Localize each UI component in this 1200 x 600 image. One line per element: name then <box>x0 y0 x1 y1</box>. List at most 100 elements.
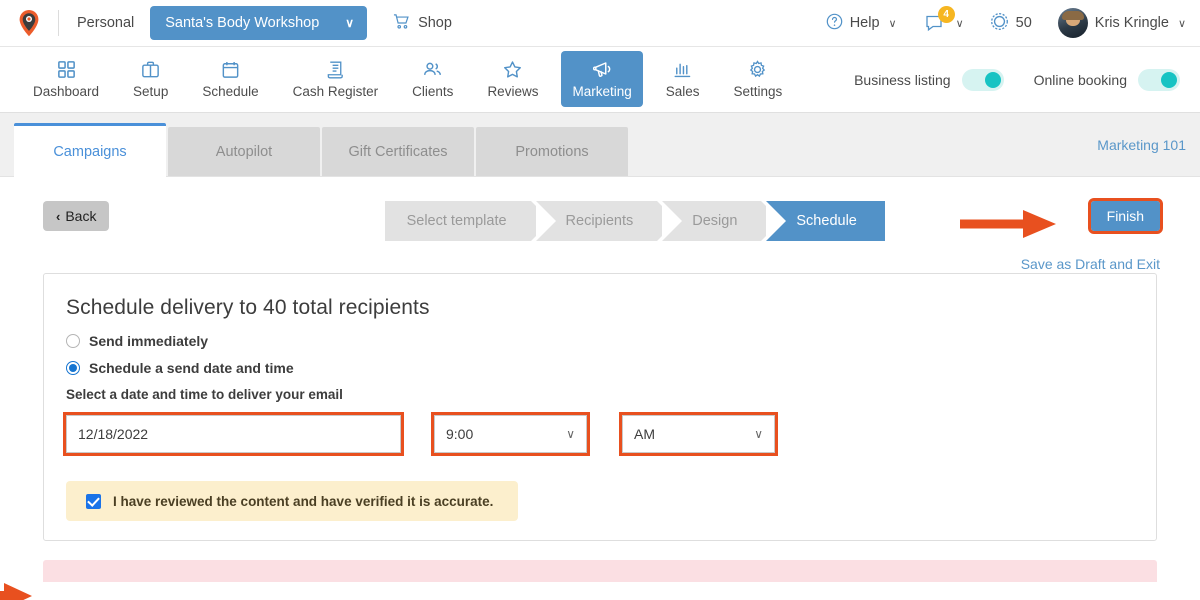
marketing-tabbar: Campaigns Autopilot Gift Certificates Pr… <box>0 113 1200 177</box>
business-selector[interactable]: Santa's Body Workshop ∨ <box>150 6 368 40</box>
time-value: 9:00 <box>446 426 474 442</box>
date-value: 12/18/2022 <box>78 426 149 442</box>
nav-item-marketing[interactable]: Marketing <box>561 51 643 107</box>
schedule-card: Schedule delivery to 40 total recipients… <box>43 273 1157 541</box>
nav-item-reviews[interactable]: Reviews <box>476 51 549 107</box>
tab-gift-certificates[interactable]: Gift Certificates <box>322 127 474 177</box>
avatar <box>1057 8 1088 38</box>
nav-label: Dashboard <box>33 83 100 99</box>
nav-item-cash-register[interactable]: Cash Register <box>282 51 390 107</box>
nav-item-dashboard[interactable]: Dashboard <box>22 51 110 107</box>
nav-item-clients[interactable]: Clients <box>401 51 464 107</box>
divider <box>58 10 59 36</box>
page-content: ‹ Back Select template Recipients Design… <box>0 177 1200 600</box>
user-menu[interactable]: Kris Kringle ∨ <box>1057 8 1186 38</box>
toggle-switch[interactable] <box>1138 68 1180 91</box>
chevron-down-icon: ∨ <box>754 427 763 441</box>
tab-promotions[interactable]: Promotions <box>476 127 628 177</box>
tabbar-right: Marketing 101 <box>1097 127 1186 177</box>
people-icon <box>422 59 443 80</box>
chevron-down-icon: ∨ <box>566 427 575 441</box>
time-select[interactable]: 9:00 ∨ <box>431 412 590 456</box>
page-title: Schedule delivery to 40 total recipients <box>66 296 430 319</box>
step-select-template[interactable]: Select template <box>384 201 551 241</box>
option-send-immediately[interactable]: Send immediately <box>66 333 1134 349</box>
top-bar-right: Help ∨ 4 ∨ 50 Kris Kringle ∨ <box>800 6 1186 38</box>
step-schedule[interactable]: Schedule <box>766 201 885 241</box>
nav-toggles: Business listing Online booking <box>854 47 1184 112</box>
tab-autopilot[interactable]: Autopilot <box>168 127 320 177</box>
grid-icon <box>56 59 77 80</box>
nav-label: Cash Register <box>292 83 379 99</box>
tab-campaigns[interactable]: Campaigns <box>14 123 166 177</box>
finish-area: Finish Save as Draft and Exit <box>1021 198 1164 272</box>
message-count-badge: 4 <box>937 6 955 23</box>
receipt-icon <box>325 59 346 80</box>
tab-label: Gift Certificates <box>348 144 448 160</box>
ampm-value: AM <box>634 426 655 442</box>
back-button[interactable]: ‹ Back <box>43 201 110 231</box>
date-time-hint: Select a date and time to deliver your e… <box>66 387 343 402</box>
toggle-label: Online booking <box>1033 71 1127 88</box>
speech-bubble-icon: 4 <box>923 6 955 35</box>
tab-label: Autopilot <box>215 144 273 160</box>
radio-icon-selected[interactable] <box>66 361 80 375</box>
business-name: Santa's Body Workshop <box>165 15 320 31</box>
nav-item-sales[interactable]: Sales <box>655 51 711 107</box>
rewards-circle-icon <box>990 12 1009 35</box>
nav-label: Clients <box>412 83 454 99</box>
nav-label: Sales <box>665 83 700 99</box>
shop-label: Shop <box>418 15 452 31</box>
marketing-101-link[interactable]: Marketing 101 <box>1097 137 1186 153</box>
nav-label: Reviews <box>487 83 539 99</box>
chevron-down-icon: ∨ <box>345 16 355 30</box>
ampm-select[interactable]: AM ∨ <box>619 412 778 456</box>
question-circle-icon <box>826 13 843 34</box>
help-label: Help <box>849 15 880 31</box>
cart-icon <box>393 13 410 34</box>
shop-link[interactable]: Shop <box>393 13 452 34</box>
map-pin-logo[interactable] <box>14 8 44 38</box>
personal-label[interactable]: Personal <box>77 15 134 31</box>
radio-icon[interactable] <box>66 334 80 348</box>
date-input[interactable]: 12/18/2022 <box>63 412 404 456</box>
chevron-down-icon: ∨ <box>888 17 897 30</box>
annotation-arrow-radio <box>0 581 32 600</box>
nav-item-setup[interactable]: Setup <box>122 51 179 107</box>
date-time-inputs: 12/18/2022 9:00 ∨ AM ∨ <box>63 412 1134 456</box>
megaphone-icon <box>592 59 613 80</box>
nav-label: Setup <box>133 83 169 99</box>
finish-button[interactable]: Finish <box>1087 198 1164 234</box>
nav-item-schedule[interactable]: Schedule <box>191 51 269 107</box>
rewards-points[interactable]: 50 <box>990 12 1032 35</box>
bar-chart-icon <box>672 59 693 80</box>
nav-item-settings[interactable]: Settings <box>723 51 794 107</box>
nav-label: Settings <box>733 83 783 99</box>
option-schedule-send[interactable]: Schedule a send date and time <box>66 360 1134 376</box>
messages-menu[interactable]: 4 ∨ <box>923 6 964 35</box>
user-name: Kris Kringle <box>1094 15 1169 31</box>
chevron-down-icon: ∨ <box>955 17 964 30</box>
toggle-switch[interactable] <box>961 68 1004 91</box>
business-listing-toggle[interactable]: Business listing <box>854 68 1004 91</box>
chevron-down-icon: ∨ <box>1177 17 1186 30</box>
toggle-label: Business listing <box>854 71 951 88</box>
save-as-draft-link[interactable]: Save as Draft and Exit <box>1021 256 1160 272</box>
step-design[interactable]: Design <box>662 201 782 241</box>
step-label: Design <box>692 213 738 229</box>
online-booking-toggle[interactable]: Online booking <box>1033 68 1180 91</box>
warning-banner <box>43 560 1157 582</box>
nav-label: Marketing <box>572 83 632 99</box>
nav-label: Schedule <box>202 83 259 99</box>
calendar-icon <box>220 59 241 80</box>
review-checkbox[interactable] <box>86 493 101 509</box>
tab-label: Promotions <box>515 144 589 160</box>
briefcase-icon <box>140 59 161 80</box>
wizard-steps: Select template Recipients Design Schedu… <box>384 201 885 241</box>
help-menu[interactable]: Help ∨ <box>826 13 897 34</box>
step-recipients[interactable]: Recipients <box>535 201 677 241</box>
option-label: Schedule a send date and time <box>89 360 294 376</box>
review-confirmation-banner: I have reviewed the content and have ver… <box>66 481 518 521</box>
review-label: I have reviewed the content and have ver… <box>113 493 494 509</box>
step-label: Schedule <box>796 213 857 229</box>
